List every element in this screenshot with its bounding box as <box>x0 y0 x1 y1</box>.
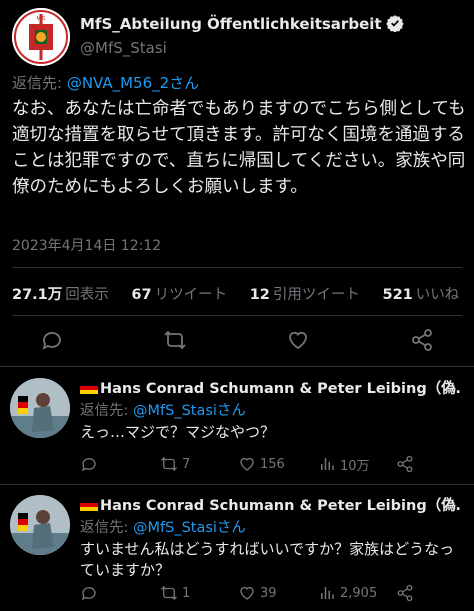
view-count: 10万 <box>340 458 370 474</box>
reply-author-name-text: Hans Conrad Schumann & Peter Leibing（偽… <box>100 381 460 397</box>
like-icon[interactable] <box>286 328 310 352</box>
reply-avatar[interactable] <box>10 495 70 555</box>
retweets-count[interactable]: 67 <box>131 287 151 303</box>
reply-author-name[interactable]: Hans Conrad Schumann & Peter Leibing（偽… <box>80 377 460 398</box>
retweet-icon[interactable]: 1 <box>160 583 190 603</box>
reply-icon[interactable] <box>40 328 64 352</box>
share-icon[interactable] <box>396 454 418 474</box>
soldier-photo-icon <box>10 378 70 438</box>
like-icon[interactable]: 39 <box>238 583 277 603</box>
reply-icon[interactable] <box>80 583 102 603</box>
retweet-count: 1 <box>182 585 191 601</box>
reply-tweet[interactable]: Hans Conrad Schumann & Peter Leibing（偽… … <box>0 368 474 484</box>
reply-action-bar: 7 156 10万 <box>80 454 470 474</box>
author-name[interactable]: MfS_Abteilung Öffentlichkeitsarbeit <box>80 14 404 36</box>
likes-count[interactable]: 521 <box>382 287 412 303</box>
reply-text: すいません私はどうすればいいですか？家族はどうなっていますか？ <box>80 540 455 579</box>
views-label: 回表示 <box>65 287 109 303</box>
reply-mention-link[interactable]: @MfS_Stasiさん <box>133 520 246 536</box>
share-icon[interactable] <box>396 583 418 603</box>
like-icon[interactable]: 156 <box>238 454 285 474</box>
verified-badge-icon <box>385 14 404 36</box>
reply-mention-link[interactable]: @MfS_Stasiさん <box>133 403 246 419</box>
views-icon[interactable]: 10万 <box>318 454 370 474</box>
reply-author-name[interactable]: Hans Conrad Schumann & Peter Leibing（偽… <box>80 494 460 515</box>
main-tweet: MfS MfS_Abteilung Öffentlichkeitsarbeit … <box>0 0 474 366</box>
reply-to-label: 返信先: <box>80 520 133 536</box>
retweet-icon[interactable] <box>163 328 187 352</box>
views-icon[interactable]: 2,905 <box>318 583 377 603</box>
divider <box>12 267 462 268</box>
soldier-photo-icon <box>10 495 70 555</box>
author-handle[interactable]: @MfS_Stasi <box>80 39 167 57</box>
stasi-emblem-icon: MfS <box>12 8 70 66</box>
reply-text: えっ…マジで？マジなやつ？ <box>80 423 276 441</box>
quotes-count[interactable]: 12 <box>250 287 270 303</box>
reply-action-bar: 1 39 2,905 <box>80 583 470 603</box>
tweet-stats: 27.1万 回表示 67 リツイート 12 引用ツイート 521 いいね <box>12 283 474 304</box>
divider <box>12 315 462 316</box>
retweet-icon[interactable]: 7 <box>160 454 190 474</box>
reply-to-line: 返信先: @MfS_Stasiさん <box>80 516 246 537</box>
author-name-text: MfS_Abteilung Öffentlichkeitsarbeit <box>80 15 382 33</box>
reply-to-line: 返信先: @MfS_Stasiさん <box>80 399 246 420</box>
likes-label[interactable]: いいね <box>416 287 460 303</box>
retweets-label[interactable]: リツイート <box>155 287 228 303</box>
reply-tweet[interactable]: Hans Conrad Schumann & Peter Leibing（偽… … <box>0 485 474 603</box>
like-count: 156 <box>260 456 285 472</box>
view-count: 2,905 <box>340 585 378 601</box>
like-count: 39 <box>260 585 277 601</box>
tweet-timestamp[interactable]: 2023年4月14日 12:12 <box>12 235 161 255</box>
quotes-label[interactable]: 引用ツイート <box>273 287 360 303</box>
retweet-count: 7 <box>182 456 191 472</box>
germany-flag-icon <box>80 382 98 394</box>
svg-text:MfS: MfS <box>37 16 47 22</box>
author-avatar[interactable]: MfS <box>12 8 70 66</box>
reply-icon[interactable] <box>80 454 102 474</box>
germany-flag-icon <box>80 499 98 511</box>
reply-to-label: 返信先: <box>12 74 67 92</box>
views-count: 27.1万 <box>12 287 63 303</box>
reply-to-label: 返信先: <box>80 403 133 419</box>
tweet-action-bar <box>0 328 474 358</box>
reply-avatar[interactable] <box>10 378 70 438</box>
tweet-body: なお、あなたは亡命者でもありますのでこちら側としても適切な措置を取らせて頂きます… <box>12 99 466 197</box>
share-icon[interactable] <box>410 328 434 352</box>
reply-mention-link[interactable]: @NVA_M56_2さん <box>67 74 199 92</box>
divider <box>0 366 474 367</box>
reply-author-name-text: Hans Conrad Schumann & Peter Leibing（偽… <box>100 498 460 514</box>
reply-to-line: 返信先: @NVA_M56_2さん <box>12 72 199 93</box>
